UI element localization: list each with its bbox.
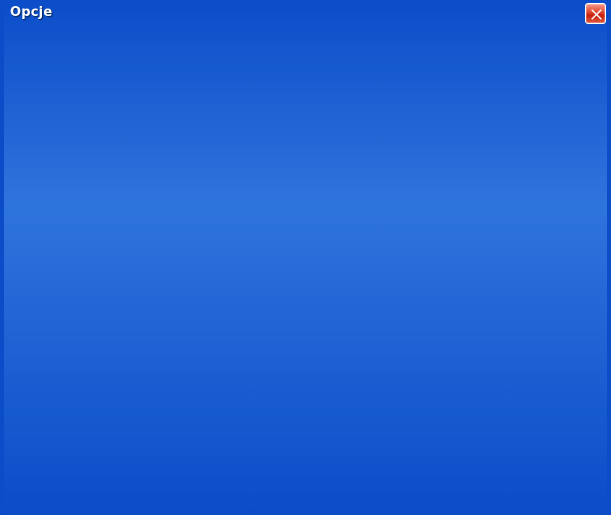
- advanced-icon: [548, 30, 580, 60]
- tab-aplikacje[interactable]: Aplikacje: [204, 27, 268, 82]
- close-button[interactable]: [585, 3, 606, 24]
- tab-tresc[interactable]: 页 Treść: [139, 27, 204, 82]
- checkbox-row-enable-javascript[interactable]: Włącz obsługę języka JavaScript: [20, 161, 217, 174]
- tab-label: Synchronizacja: [438, 62, 522, 75]
- tab-label: Zaawansowane: [521, 62, 607, 75]
- choose-language-button[interactable]: Wybierz...: [505, 289, 575, 311]
- tab-bezpieczenstwo[interactable]: Bezpieczeństwo: [350, 27, 438, 82]
- privacy-icon: [293, 30, 325, 60]
- tab-label: Treść: [157, 62, 186, 75]
- check-mark-icon: [23, 164, 32, 172]
- colors-button[interactable]: Kolory...: [475, 231, 575, 253]
- chevron-down-icon[interactable]: [343, 205, 360, 223]
- font-size-select[interactable]: 16: [422, 204, 464, 224]
- title-bar[interactable]: Opcje: [0, 0, 611, 27]
- check-mark-icon: [23, 108, 32, 116]
- window-title: Opcje: [10, 5, 53, 20]
- languages-description: Wybierz preferowany język, w jakim mają …: [34, 296, 396, 309]
- svg-text:页: 页: [168, 46, 178, 58]
- font-size-label: Rozmiar:: [373, 209, 422, 222]
- tab-label: Ogólne: [24, 62, 64, 75]
- tab-prywatnosc[interactable]: Prywatność: [268, 27, 350, 82]
- options-dialog-window: Opcje Ogólne Karty 页 Treść Aplikacje Pry…: [0, 0, 611, 515]
- close-icon: [591, 9, 602, 20]
- tab-label: Prywatność: [277, 62, 341, 75]
- block-popups-checkbox[interactable]: [20, 105, 33, 118]
- tab-synchronizacja[interactable]: Synchronizacja: [438, 27, 521, 82]
- default-font-select[interactable]: Times New Roman: [136, 204, 361, 224]
- enable-javascript-checkbox[interactable]: [20, 161, 33, 174]
- enable-javascript-label: Włącz obsługę języka JavaScript: [40, 161, 217, 174]
- load-images-label: Pobieraj obrazki automatycznie: [40, 133, 213, 146]
- languages-group-legend: Języki: [33, 269, 65, 282]
- checkbox-row-load-images[interactable]: Pobieraj obrazki automatycznie: [20, 133, 213, 146]
- font-size-value: 16: [428, 207, 442, 221]
- options-tab-strip: Ogólne Karty 页 Treść Aplikacje Prywatnoś…: [4, 27, 607, 83]
- popups-exceptions-button[interactable]: Wyjątki...: [475, 99, 575, 121]
- tab-zaawansowane[interactable]: Zaawansowane: [521, 27, 607, 82]
- security-icon: [378, 30, 410, 60]
- check-mark-icon: [23, 136, 32, 144]
- tab-label: Bezpieczeństwo: [350, 62, 439, 75]
- sync-icon: [464, 30, 496, 60]
- fonts-advanced-button[interactable]: Zaawansowane...: [475, 203, 575, 225]
- tab-label: Karty: [93, 62, 123, 75]
- tab-karty[interactable]: Karty: [76, 27, 140, 82]
- load-images-checkbox[interactable]: [20, 133, 33, 146]
- dialog-client-area: Ogólne Karty 页 Treść Aplikacje Prywatnoś…: [4, 27, 607, 511]
- apps-icon: [220, 30, 252, 60]
- content-icon: 页: [156, 30, 188, 60]
- tabs-icon: [92, 30, 124, 60]
- default-font-label: Domyślna czcionka:: [34, 209, 144, 222]
- tab-label: Aplikacje: [211, 62, 261, 75]
- images-exceptions-button[interactable]: Wyjątki...: [475, 127, 575, 149]
- checkbox-row-block-popups[interactable]: Zablokuj wyskakujące okna: [20, 105, 191, 118]
- chevron-down-icon[interactable]: [446, 205, 463, 223]
- general-icon: [28, 30, 60, 60]
- block-popups-label: Zablokuj wyskakujące okna: [40, 105, 191, 118]
- javascript-advanced-button[interactable]: Zaawansowane...: [475, 155, 575, 177]
- default-font-value: Times New Roman: [142, 207, 244, 221]
- fonts-group-legend: Czcionki i kolory: [33, 183, 123, 196]
- tab-ogolne[interactable]: Ogólne: [12, 27, 76, 82]
